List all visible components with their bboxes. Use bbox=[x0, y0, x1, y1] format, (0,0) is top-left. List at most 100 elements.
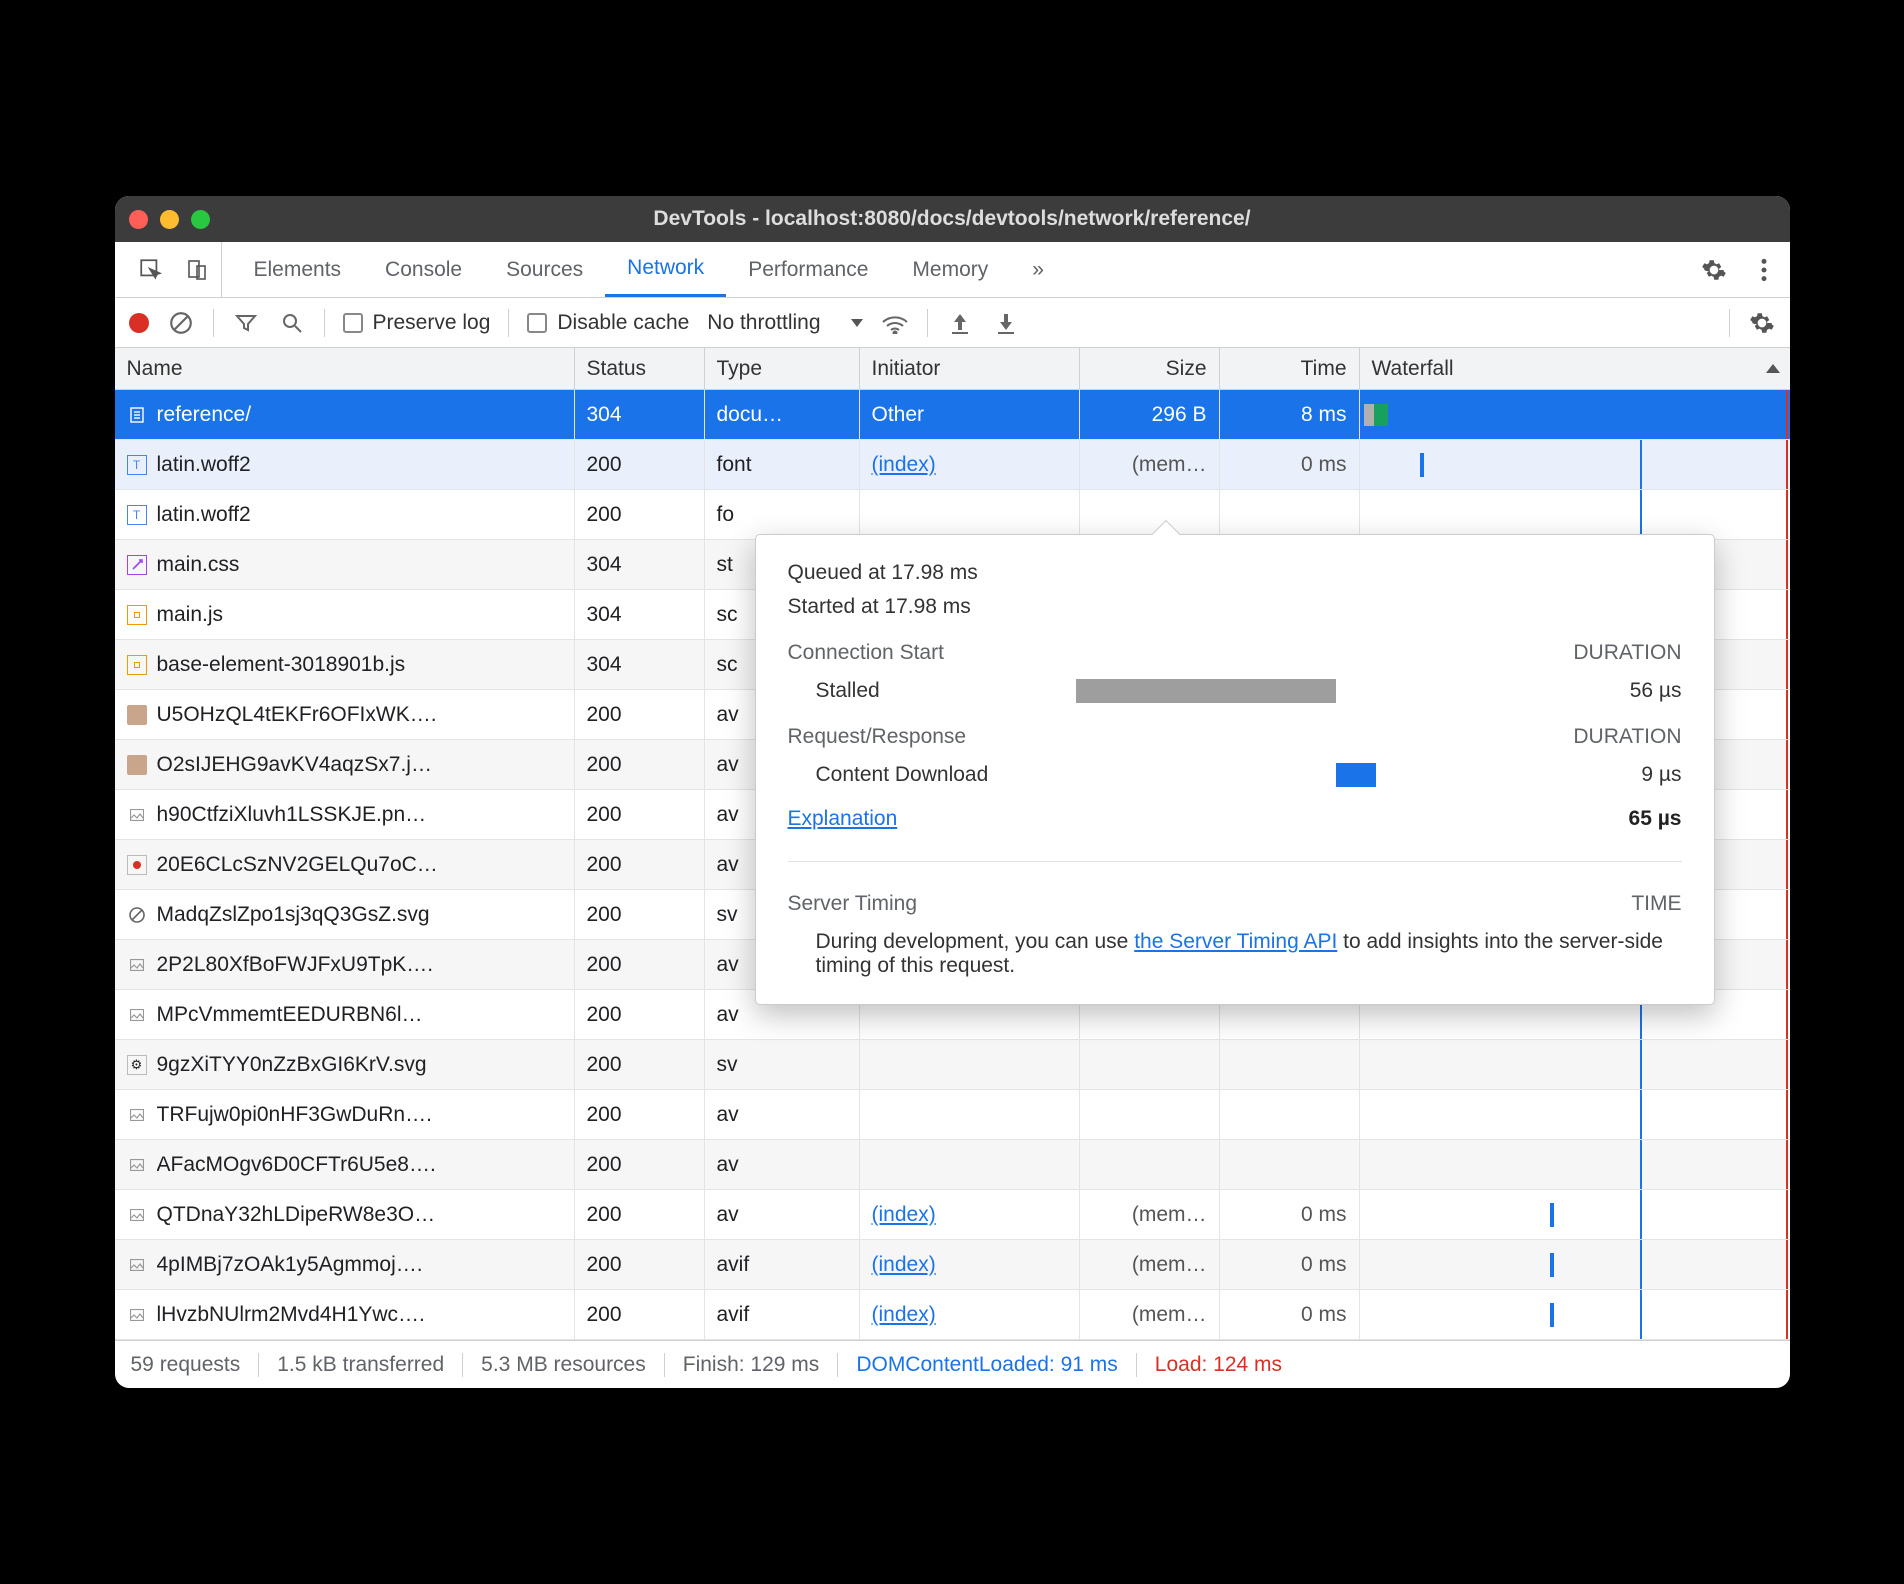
request-status: 200 bbox=[575, 990, 705, 1039]
tab-console[interactable]: Console bbox=[363, 242, 484, 297]
timing-explanation-link[interactable]: Explanation bbox=[788, 807, 898, 831]
device-toggle-icon[interactable] bbox=[183, 256, 211, 284]
request-size: 296 B bbox=[1080, 390, 1220, 439]
request-name: MPcVmmemtEEDURBN6l… bbox=[157, 1003, 423, 1027]
tab-sources[interactable]: Sources bbox=[484, 242, 605, 297]
col-size[interactable]: Size bbox=[1080, 348, 1220, 389]
request-time: 0 ms bbox=[1220, 1290, 1360, 1339]
request-type: av bbox=[705, 1190, 860, 1239]
document-icon bbox=[127, 405, 147, 425]
inspect-icon[interactable] bbox=[137, 256, 165, 284]
filter-icon[interactable] bbox=[232, 309, 260, 337]
col-time[interactable]: Time bbox=[1220, 348, 1360, 389]
close-window-button[interactable] bbox=[129, 210, 148, 229]
image-thumbnail-icon bbox=[127, 1205, 147, 1225]
table-row[interactable]: Tlatin.woff2200fo bbox=[115, 490, 1790, 540]
timing-time-label: TIME bbox=[1631, 892, 1681, 916]
table-row[interactable]: AFacMOgv6D0CFTr6U5e8….200av bbox=[115, 1140, 1790, 1190]
throttling-select[interactable]: No throttling bbox=[707, 311, 862, 335]
request-status: 200 bbox=[575, 740, 705, 789]
timing-stalled-bar bbox=[1076, 679, 1336, 703]
network-toolbar: Preserve log Disable cache No throttling bbox=[115, 298, 1790, 348]
network-conditions-icon[interactable] bbox=[881, 309, 909, 337]
col-initiator[interactable]: Initiator bbox=[860, 348, 1080, 389]
request-name: base-element-3018901b.js bbox=[157, 653, 406, 677]
request-type: font bbox=[705, 440, 860, 489]
request-name: lHvzbNUlrm2Mvd4H1Ywc…. bbox=[157, 1303, 425, 1327]
upload-har-icon[interactable] bbox=[946, 309, 974, 337]
table-row[interactable]: TRFujw0pi0nHF3GwDuRn….200av bbox=[115, 1090, 1790, 1140]
request-initiator[interactable]: (index) bbox=[860, 1240, 1080, 1289]
request-waterfall[interactable] bbox=[1360, 1190, 1790, 1239]
col-status[interactable]: Status bbox=[575, 348, 705, 389]
request-name: MadqZslZpo1sj3qQ3GsZ.svg bbox=[157, 903, 430, 927]
network-settings-gear-icon[interactable] bbox=[1748, 309, 1776, 337]
request-time bbox=[1220, 1040, 1360, 1089]
server-timing-api-link[interactable]: the Server Timing API bbox=[1134, 930, 1337, 953]
record-button[interactable] bbox=[129, 313, 149, 333]
tabs-overflow-icon[interactable]: » bbox=[1010, 242, 1066, 297]
table-row[interactable]: reference/304docu…Other296 B8 ms bbox=[115, 390, 1790, 440]
request-name: TRFujw0pi0nHF3GwDuRn…. bbox=[157, 1103, 432, 1127]
table-row[interactable]: lHvzbNUlrm2Mvd4H1Ywc….200avif(index)(mem… bbox=[115, 1290, 1790, 1340]
image-thumbnail-icon bbox=[127, 805, 147, 825]
request-name: AFacMOgv6D0CFTr6U5e8…. bbox=[157, 1153, 436, 1177]
request-name: 20E6CLcSzNV2GELQu7oC… bbox=[157, 853, 438, 877]
table-row[interactable]: 4pIMBj7zOAk1y5Agmmoj….200avif(index)(mem… bbox=[115, 1240, 1790, 1290]
footer-domcontentloaded: DOMContentLoaded: 91 ms bbox=[856, 1353, 1117, 1377]
request-initiator[interactable]: (index) bbox=[860, 440, 1080, 489]
request-waterfall[interactable] bbox=[1360, 1090, 1790, 1139]
download-har-icon[interactable] bbox=[992, 309, 1020, 337]
request-waterfall[interactable] bbox=[1360, 1140, 1790, 1189]
traffic-lights bbox=[129, 210, 210, 229]
search-icon[interactable] bbox=[278, 309, 306, 337]
request-status: 200 bbox=[575, 890, 705, 939]
col-waterfall-label: Waterfall bbox=[1372, 357, 1454, 381]
request-status: 200 bbox=[575, 1090, 705, 1139]
sort-asc-icon bbox=[1766, 364, 1780, 373]
request-status: 304 bbox=[575, 390, 705, 439]
image-thumbnail-icon bbox=[127, 1105, 147, 1125]
timing-conn-head: Connection Start bbox=[788, 641, 944, 665]
minimize-window-button[interactable] bbox=[160, 210, 179, 229]
col-name[interactable]: Name bbox=[115, 348, 575, 389]
table-row[interactable]: ⚙9gzXiTYY0nZzBxGI6KrV.svg200sv bbox=[115, 1040, 1790, 1090]
request-status: 304 bbox=[575, 640, 705, 689]
disable-cache-checkbox[interactable]: Disable cache bbox=[527, 311, 689, 335]
col-time-label: Time bbox=[1301, 357, 1347, 381]
request-initiator: Other bbox=[860, 390, 1080, 439]
window-titlebar: DevTools - localhost:8080/docs/devtools/… bbox=[115, 196, 1790, 242]
tab-network[interactable]: Network bbox=[605, 242, 726, 297]
tab-elements[interactable]: Elements bbox=[232, 242, 364, 297]
more-vert-icon[interactable] bbox=[1750, 256, 1778, 284]
request-waterfall[interactable] bbox=[1360, 1240, 1790, 1289]
request-waterfall[interactable] bbox=[1360, 490, 1790, 539]
avatar-thumbnail-icon bbox=[127, 705, 147, 725]
request-initiator[interactable]: (index) bbox=[860, 1190, 1080, 1239]
request-name: main.js bbox=[157, 603, 224, 627]
tab-performance[interactable]: Performance bbox=[726, 242, 890, 297]
request-waterfall[interactable] bbox=[1360, 1040, 1790, 1089]
table-row[interactable]: Tlatin.woff2200font(index)(mem…0 ms bbox=[115, 440, 1790, 490]
request-waterfall[interactable] bbox=[1360, 390, 1790, 439]
preserve-log-checkbox[interactable]: Preserve log bbox=[343, 311, 491, 335]
request-status: 200 bbox=[575, 940, 705, 989]
timing-rr-head: Request/Response bbox=[788, 725, 967, 749]
divider bbox=[462, 1353, 463, 1377]
table-row[interactable]: QTDnaY32hLDipeRW8e3O…200av(index)(mem…0 … bbox=[115, 1190, 1790, 1240]
request-type: av bbox=[705, 1140, 860, 1189]
request-waterfall[interactable] bbox=[1360, 1290, 1790, 1339]
tab-memory[interactable]: Memory bbox=[890, 242, 1010, 297]
col-waterfall[interactable]: Waterfall bbox=[1360, 348, 1790, 389]
request-time bbox=[1220, 490, 1360, 539]
settings-gear-icon[interactable] bbox=[1700, 256, 1728, 284]
table-header: Name Status Type Initiator Size Time Wat… bbox=[115, 348, 1790, 390]
request-initiator[interactable]: (index) bbox=[860, 1290, 1080, 1339]
request-status: 200 bbox=[575, 1290, 705, 1339]
request-initiator bbox=[860, 1140, 1080, 1189]
request-waterfall[interactable] bbox=[1360, 440, 1790, 489]
checkbox-icon bbox=[343, 313, 363, 333]
clear-icon[interactable] bbox=[167, 309, 195, 337]
maximize-window-button[interactable] bbox=[191, 210, 210, 229]
col-type[interactable]: Type bbox=[705, 348, 860, 389]
